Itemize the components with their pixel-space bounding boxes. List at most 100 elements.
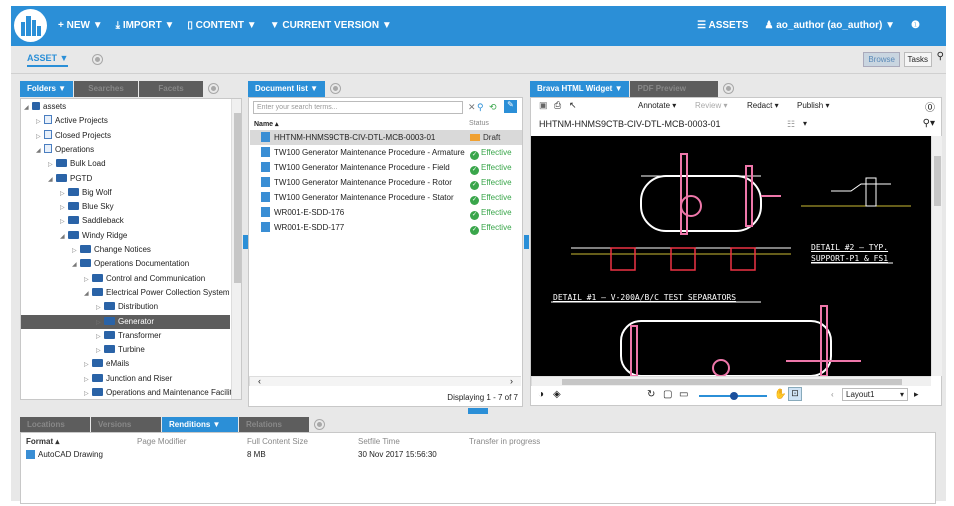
tree-item[interactable]: ◢ Operations	[36, 143, 94, 157]
tree-item[interactable]: ◢ Electrical Power Collection System	[84, 286, 230, 300]
tree-item[interactable]: ◢ Windy Ridge	[60, 229, 127, 243]
scroll-right-icon[interactable]: ›	[510, 376, 513, 386]
search-input[interactable]: Enter your search terms...	[253, 101, 463, 114]
tree-item[interactable]: ▷ Bulk Load	[48, 157, 106, 171]
asset-tab[interactable]: ASSET ▼	[27, 53, 69, 67]
expand-icon[interactable]: ▷	[84, 387, 92, 399]
tree-item[interactable]: ▷ Junction and Riser	[84, 372, 172, 386]
tree-item[interactable]: ▷ Distribution	[96, 300, 158, 314]
tab-relations[interactable]: Relations	[239, 417, 309, 433]
user-menu[interactable]: ♟ ao_author (ao_author) ▼	[764, 20, 895, 31]
expand-icon[interactable]: ▷	[96, 301, 104, 315]
expand-icon[interactable]: ▷	[60, 187, 68, 201]
tree-item[interactable]: ▷ Transformer	[96, 329, 161, 343]
expand-icon[interactable]: ▷	[96, 330, 104, 344]
gear-icon[interactable]	[331, 84, 341, 93]
info-icon[interactable]: ❶	[911, 20, 920, 31]
tree-item[interactable]: ▷ Generator	[21, 314, 230, 329]
tree-item[interactable]: ▷ Big Wolf	[60, 186, 112, 200]
list-icon[interactable]: ☷	[787, 119, 795, 130]
tab-pdf-preview[interactable]: PDF Preview	[630, 81, 719, 97]
redact-menu[interactable]: Redact ▾	[747, 101, 779, 110]
refresh-search-icon[interactable]: ⟲	[489, 102, 497, 113]
tasks-button[interactable]: Tasks	[903, 52, 932, 67]
tree-item[interactable]: ▷ Control and Communication	[84, 272, 205, 286]
column-name-header[interactable]: Name ▴	[254, 120, 279, 128]
document-row[interactable]: TW100 Generator Maintenance Procedure - …	[250, 160, 522, 175]
zoom-search-icon[interactable]: ⚲▾	[923, 118, 935, 129]
zoom-slider[interactable]	[699, 392, 767, 400]
collapse-left-handle[interactable]	[243, 235, 248, 249]
collapse-bottom-handle[interactable]	[468, 408, 488, 414]
edit-icon[interactable]: ✎	[504, 100, 517, 113]
header-transfer[interactable]: Transfer in progress	[469, 437, 540, 446]
viewer-horizontal-scrollbar[interactable]	[531, 376, 931, 386]
tree-item[interactable]: ▷ Turbine	[96, 343, 145, 357]
print-icon[interactable]: ⎙	[554, 100, 561, 111]
header-setfile-time[interactable]: Setfile Time	[358, 437, 400, 446]
pointer-icon[interactable]: ↖	[569, 100, 577, 111]
assets-button[interactable]: ☰ ASSETS	[697, 20, 748, 31]
tab-facets[interactable]: Facets	[139, 81, 204, 97]
tree-item[interactable]: ▷ eMails	[84, 357, 129, 371]
document-row[interactable]: WR001-E-SDD-177 ✓ Effective	[250, 220, 522, 235]
collapse-icon[interactable]: ◢	[48, 173, 56, 187]
collapse-icon[interactable]: ◢	[60, 230, 68, 244]
browse-button[interactable]: Browse	[863, 52, 900, 67]
tree-scrollbar[interactable]	[231, 99, 241, 399]
tab-brava-widget[interactable]: Brava HTML Widget ▼	[530, 81, 630, 97]
clear-icon[interactable]: ✕	[468, 102, 476, 113]
gear-icon[interactable]	[93, 55, 102, 64]
document-row[interactable]: TW100 Generator Maintenance Procedure - …	[250, 175, 522, 190]
expand-icon[interactable]: ▷	[84, 273, 92, 287]
expand-icon[interactable]: ▷	[60, 201, 68, 215]
scroll-left-icon[interactable]: ‹	[258, 376, 261, 386]
gear-icon[interactable]	[209, 84, 219, 93]
document-row[interactable]: HHTNM-HNMS9CTB-CIV-DTL-MCB-0003-01 Draft	[250, 130, 522, 145]
fit-width-icon[interactable]: ▭	[679, 389, 688, 400]
content-menu[interactable]: ▯ CONTENT ▼	[187, 20, 256, 31]
expand-icon[interactable]: ▷	[36, 115, 44, 129]
horizontal-scrollbar[interactable]: ‹ ›	[249, 376, 521, 386]
review-menu[interactable]: Review ▾	[695, 101, 727, 110]
gear-icon[interactable]	[315, 420, 324, 429]
expand-icon[interactable]: ▷	[36, 130, 44, 144]
viewer-vertical-scrollbar[interactable]	[931, 136, 942, 376]
expand-icon[interactable]: ▷	[84, 358, 92, 372]
collapse-icon[interactable]: ◢	[72, 258, 80, 272]
tab-document-list[interactable]: Document list ▼	[248, 81, 326, 97]
chevron-down-icon[interactable]: ▾	[803, 119, 807, 128]
rotate-icon[interactable]: ↻	[647, 389, 655, 400]
fit-page-icon[interactable]: ▢	[663, 389, 672, 400]
tab-locations[interactable]: Locations	[20, 417, 90, 433]
tree-item[interactable]: ▷ Change Notices	[72, 243, 151, 257]
tree-item[interactable]: ◢ PGTD	[48, 172, 92, 186]
expand-icon[interactable]: ▷	[72, 244, 80, 258]
collapse-middle-handle[interactable]	[524, 235, 529, 249]
tree-item[interactable]: ▷ Saddleback	[60, 214, 124, 228]
tree-item[interactable]: ◢ assets	[24, 100, 66, 114]
layout-select[interactable]: Layout1 ▾	[842, 388, 908, 401]
expand-icon[interactable]: ▷	[60, 215, 68, 229]
document-row[interactable]: TW100 Generator Maintenance Procedure - …	[250, 190, 522, 205]
drawing-canvas[interactable]: DETAIL #1 – V-200A/B/C TEST SEPARATORS D…	[531, 136, 931, 376]
app-logo[interactable]	[14, 9, 47, 42]
prev-page-icon[interactable]: ‹	[831, 390, 834, 399]
help-icon[interactable]: ⓪	[925, 99, 935, 114]
tab-searches[interactable]: Searches	[74, 81, 139, 97]
expand-icon[interactable]: ▷	[84, 373, 92, 387]
document-row[interactable]: WR001-E-SDD-176 ✓ Effective	[250, 205, 522, 220]
annotate-menu[interactable]: Annotate ▾	[638, 101, 676, 110]
search-icon[interactable]: ⚲	[937, 51, 944, 62]
tab-versions[interactable]: Versions	[91, 417, 161, 433]
select-tool-icon[interactable]: ⊡	[788, 387, 802, 401]
tab-renditions[interactable]: Renditions ▼	[162, 417, 238, 433]
import-menu[interactable]: ⤓ IMPORT ▼	[116, 20, 175, 31]
tree-item[interactable]: ▷ Closed Projects	[36, 129, 111, 143]
header-page-modifier[interactable]: Page Modifier	[137, 437, 186, 446]
tree-item[interactable]: ▷ Active Projects	[36, 114, 108, 128]
tree-item[interactable]: ▷ Operations and Maintenance Facilit	[84, 386, 232, 399]
layers-icon[interactable]: ◈	[553, 389, 561, 400]
gear-icon[interactable]	[724, 84, 734, 93]
publish-menu[interactable]: Publish ▾	[797, 101, 829, 110]
